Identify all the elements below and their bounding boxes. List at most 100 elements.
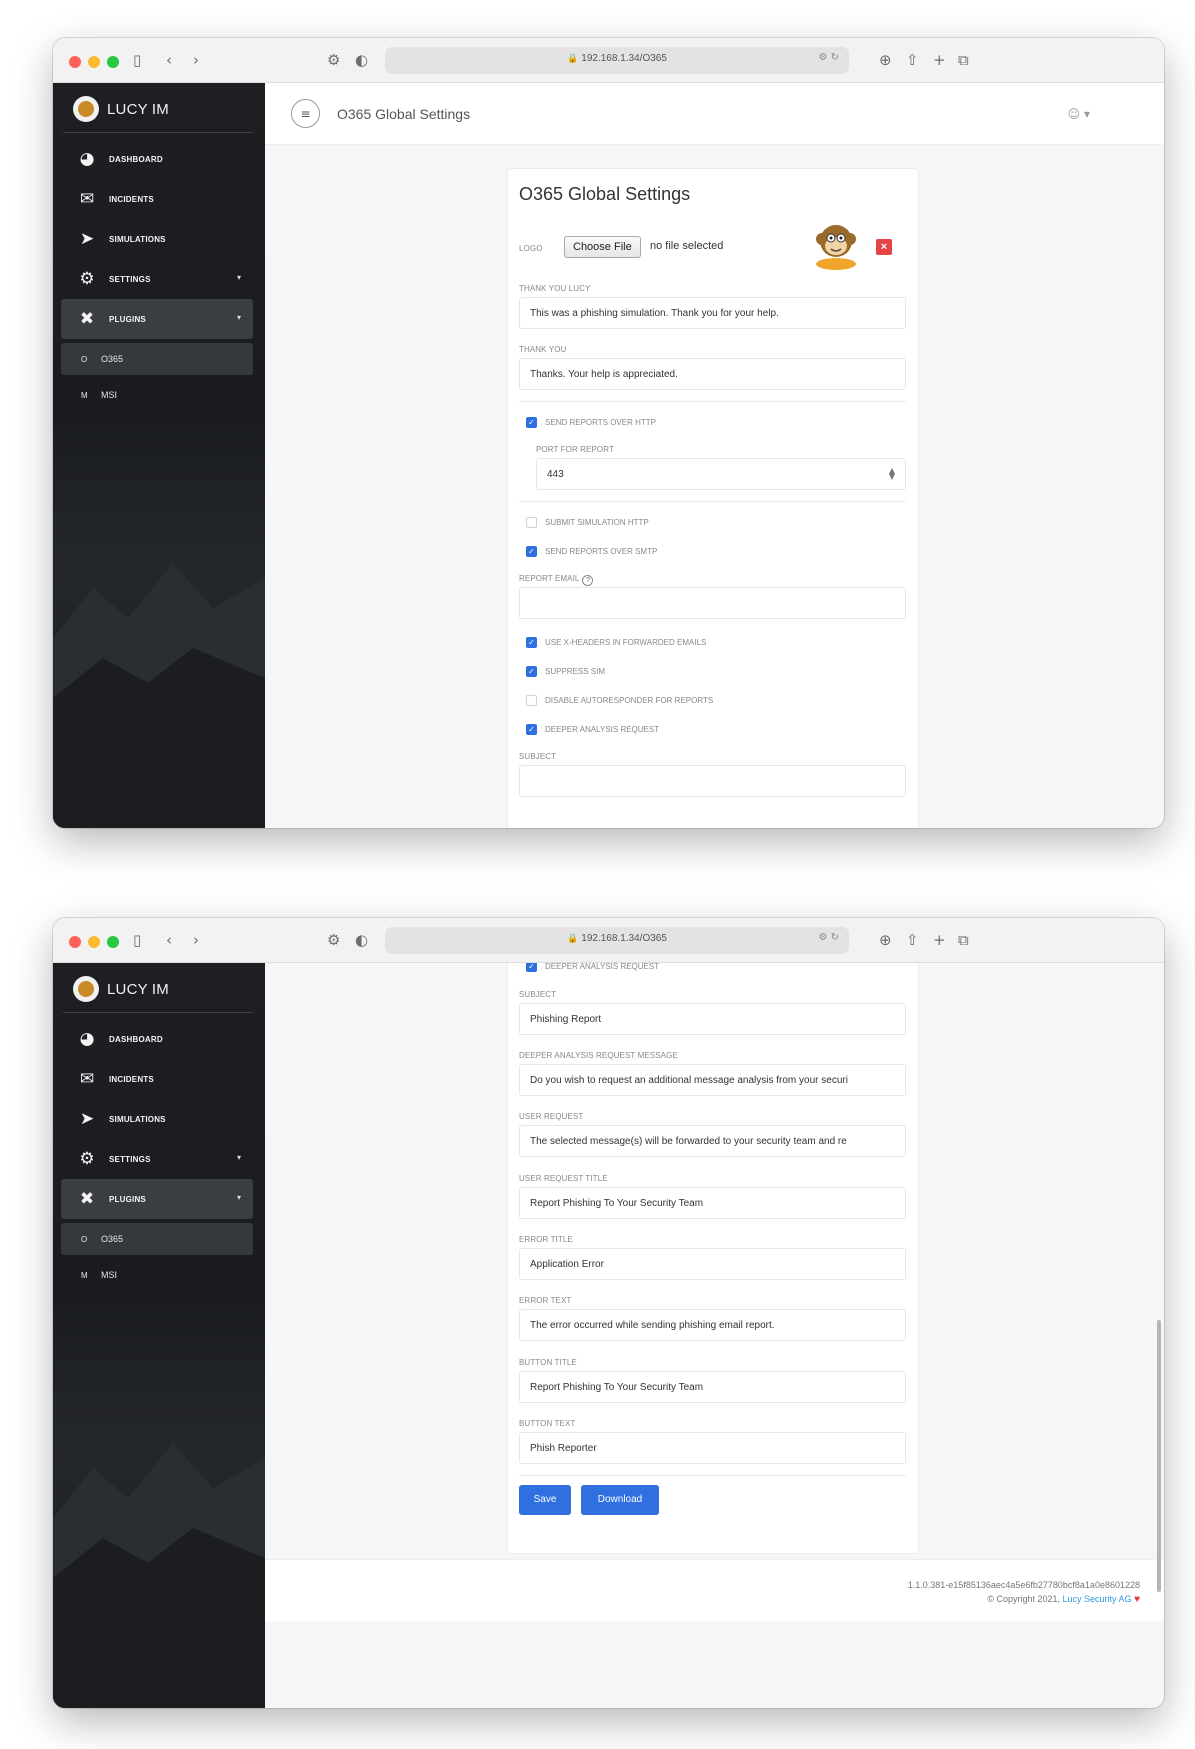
sidebar: LUCY IM ◕ DASHBOARD ✉ INCIDENTS ➤ SIMULA…	[53, 963, 265, 1708]
copyright-text: © Copyright 2021,	[987, 1594, 1060, 1604]
new-tab-icon[interactable]: +	[933, 49, 946, 71]
sidebar-item-dashboard[interactable]: ◕ DASHBOARD	[61, 139, 253, 179]
address-bar[interactable]: 🔒 192.168.1.34/O365 ⚙ ↻	[385, 47, 849, 74]
send-smtp-row[interactable]: ✓ SEND REPORTS OVER SMTP	[526, 546, 657, 557]
sidebar-item-settings[interactable]: ⚙ SETTINGS ▾	[61, 1139, 253, 1179]
save-button[interactable]: Save	[519, 1485, 571, 1515]
send-smtp-checkbox[interactable]: ✓	[526, 546, 537, 557]
port-input[interactable]: 443 ▲ ▼	[536, 458, 906, 490]
sidebar-item-plugins[interactable]: ✖ PLUGINS ▾	[61, 299, 253, 339]
error-text-input[interactable]: The error occurred while sending phishin…	[519, 1309, 906, 1341]
user-request-title-input[interactable]: Report Phishing To Your Security Team	[519, 1187, 906, 1219]
address-bar[interactable]: 🔒 192.168.1.34/O365 ⚙ ↻	[385, 927, 849, 954]
button-text-input[interactable]: Phish Reporter	[519, 1432, 906, 1464]
xheaders-checkbox[interactable]: ✓	[526, 637, 537, 648]
sidebar-subitem-msi[interactable]: M MSI	[61, 379, 253, 411]
deeper-message-input[interactable]: Do you wish to request an additional mes…	[519, 1064, 906, 1096]
sidebar-item-incidents[interactable]: ✉ INCIDENTS	[61, 179, 253, 219]
disable-autoresponder-checkbox[interactable]	[526, 695, 537, 706]
thank-you-lucy-input[interactable]: This was a phishing simulation. Thank yo…	[519, 297, 906, 329]
user-menu-icon[interactable]: ☺ ▾	[1068, 107, 1090, 121]
sidebar-item-label: DASHBOARD	[109, 154, 163, 164]
deeper-analysis-row[interactable]: ✓ DEEPER ANALYSIS REQUEST	[526, 963, 659, 972]
reload-icon[interactable]: ⚙ ↻	[818, 52, 839, 63]
deeper-analysis-label: DEEPER ANALYSIS REQUEST	[545, 725, 660, 734]
privacy-icon[interactable]: ⚙	[327, 929, 340, 951]
lock-icon: 🔒	[567, 933, 579, 943]
sidebar-toggle-icon[interactable]: ▯	[133, 929, 141, 951]
thank-you-input[interactable]: Thanks. Your help is appreciated.	[519, 358, 906, 390]
forward-icon[interactable]: ›	[193, 929, 199, 951]
lock-icon: 🔒	[567, 53, 579, 63]
deeper-message-label: DEEPER ANALYSIS REQUEST MESSAGE	[519, 1051, 678, 1060]
forward-icon[interactable]: ›	[193, 49, 199, 71]
sidebar-item-plugins[interactable]: ✖ PLUGINS ▾	[61, 1179, 253, 1219]
brand-name: LUCY IM	[107, 100, 169, 118]
remove-logo-button[interactable]: ×	[876, 239, 892, 255]
sidebar-item-label: INCIDENTS	[109, 194, 154, 204]
submit-sim-checkbox[interactable]	[526, 517, 537, 528]
minimize-window-button[interactable]	[88, 56, 100, 68]
shield-icon[interactable]: ◐	[355, 929, 368, 951]
subject-input[interactable]	[519, 765, 906, 797]
subitem-letter: M	[81, 390, 88, 400]
settings-card: ✓ DEEPER ANALYSIS REQUEST SUBJECT Phishi…	[508, 963, 918, 1553]
sidebar-toggle-icon[interactable]: ▯	[133, 49, 141, 71]
deeper-analysis-checkbox[interactable]: ✓	[526, 724, 537, 735]
shield-icon[interactable]: ◐	[355, 49, 368, 71]
download-button[interactable]: Download	[581, 1485, 659, 1515]
share-icon[interactable]: ⇧	[906, 929, 919, 951]
brand[interactable]: LUCY IM	[73, 975, 169, 1003]
sidebar-item-simulations[interactable]: ➤ SIMULATIONS	[61, 219, 253, 259]
suppress-sim-checkbox[interactable]: ✓	[526, 666, 537, 677]
sidebar-item-label: SIMULATIONS	[109, 234, 166, 244]
send-http-row[interactable]: ✓ SEND REPORTS OVER HTTP	[526, 417, 656, 428]
sidebar-subitem-o365[interactable]: O O365	[61, 1223, 253, 1255]
back-icon[interactable]: ‹	[166, 929, 172, 951]
deeper-analysis-row[interactable]: ✓ DEEPER ANALYSIS REQUEST	[526, 724, 659, 735]
hamburger-menu-icon[interactable]: ≡	[291, 99, 320, 128]
share-icon[interactable]: ⇧	[906, 49, 919, 71]
sidebar-subitem-o365[interactable]: O O365	[61, 343, 253, 375]
help-icon[interactable]: ?	[582, 575, 594, 586]
report-email-input[interactable]	[519, 587, 906, 619]
subject-input[interactable]: Phishing Report	[519, 1003, 906, 1035]
close-window-button[interactable]	[69, 56, 81, 68]
card-title: O365 Global Settings	[519, 184, 691, 204]
sidebar-item-incidents[interactable]: ✉ INCIDENTS	[61, 1059, 253, 1099]
zoom-window-button[interactable]	[107, 936, 119, 948]
choose-file-button[interactable]: Choose File	[564, 236, 641, 258]
scrollbar[interactable]	[1157, 1320, 1161, 1592]
sidebar-nav: ◕ DASHBOARD ✉ INCIDENTS ➤ SIMULATIONS ⚙ …	[61, 139, 253, 411]
new-tab-icon[interactable]: +	[933, 929, 946, 951]
footer: 1.1.0.381-e15f85136aec4a5e6fb27780bcf8a1…	[265, 1559, 1164, 1621]
deeper-analysis-checkbox[interactable]: ✓	[526, 963, 537, 972]
close-window-button[interactable]	[69, 936, 81, 948]
zoom-window-button[interactable]	[107, 56, 119, 68]
tabs-overview-icon[interactable]: ⧉	[958, 49, 969, 71]
sidebar-subitem-msi[interactable]: M MSI	[61, 1259, 253, 1291]
suppress-sim-row[interactable]: ✓ SUPPRESS SIM	[526, 666, 605, 677]
button-title-input[interactable]: Report Phishing To Your Security Team	[519, 1371, 906, 1403]
user-request-input[interactable]: The selected message(s) will be forwarde…	[519, 1125, 906, 1157]
company-link[interactable]: Lucy Security AG	[1063, 1594, 1132, 1604]
minimize-window-button[interactable]	[88, 936, 100, 948]
back-icon[interactable]: ‹	[166, 49, 172, 71]
sidebar-item-settings[interactable]: ⚙ SETTINGS ▾	[61, 259, 253, 299]
download-icon[interactable]: ⊕	[879, 929, 892, 951]
privacy-icon[interactable]: ⚙	[327, 49, 340, 71]
brand[interactable]: LUCY IM	[73, 95, 169, 123]
sidebar-item-dashboard[interactable]: ◕ DASHBOARD	[61, 1019, 253, 1059]
submit-sim-row[interactable]: SUBMIT SIMULATION HTTP	[526, 517, 649, 528]
download-icon[interactable]: ⊕	[879, 49, 892, 71]
xheaders-row[interactable]: ✓ USE X-HEADERS IN FORWARDED EMAILS	[526, 637, 706, 648]
brand-logo-icon	[73, 96, 99, 122]
logo-label: LOGO	[519, 244, 543, 253]
sidebar-item-simulations[interactable]: ➤ SIMULATIONS	[61, 1099, 253, 1139]
tabs-overview-icon[interactable]: ⧉	[958, 929, 969, 951]
send-http-checkbox[interactable]: ✓	[526, 417, 537, 428]
number-stepper-icon[interactable]: ▲ ▼	[889, 467, 895, 481]
disable-autoresponder-row[interactable]: DISABLE AUTORESPONDER FOR REPORTS	[526, 695, 713, 706]
reload-icon[interactable]: ⚙ ↻	[818, 932, 839, 943]
error-title-input[interactable]: Application Error	[519, 1248, 906, 1280]
